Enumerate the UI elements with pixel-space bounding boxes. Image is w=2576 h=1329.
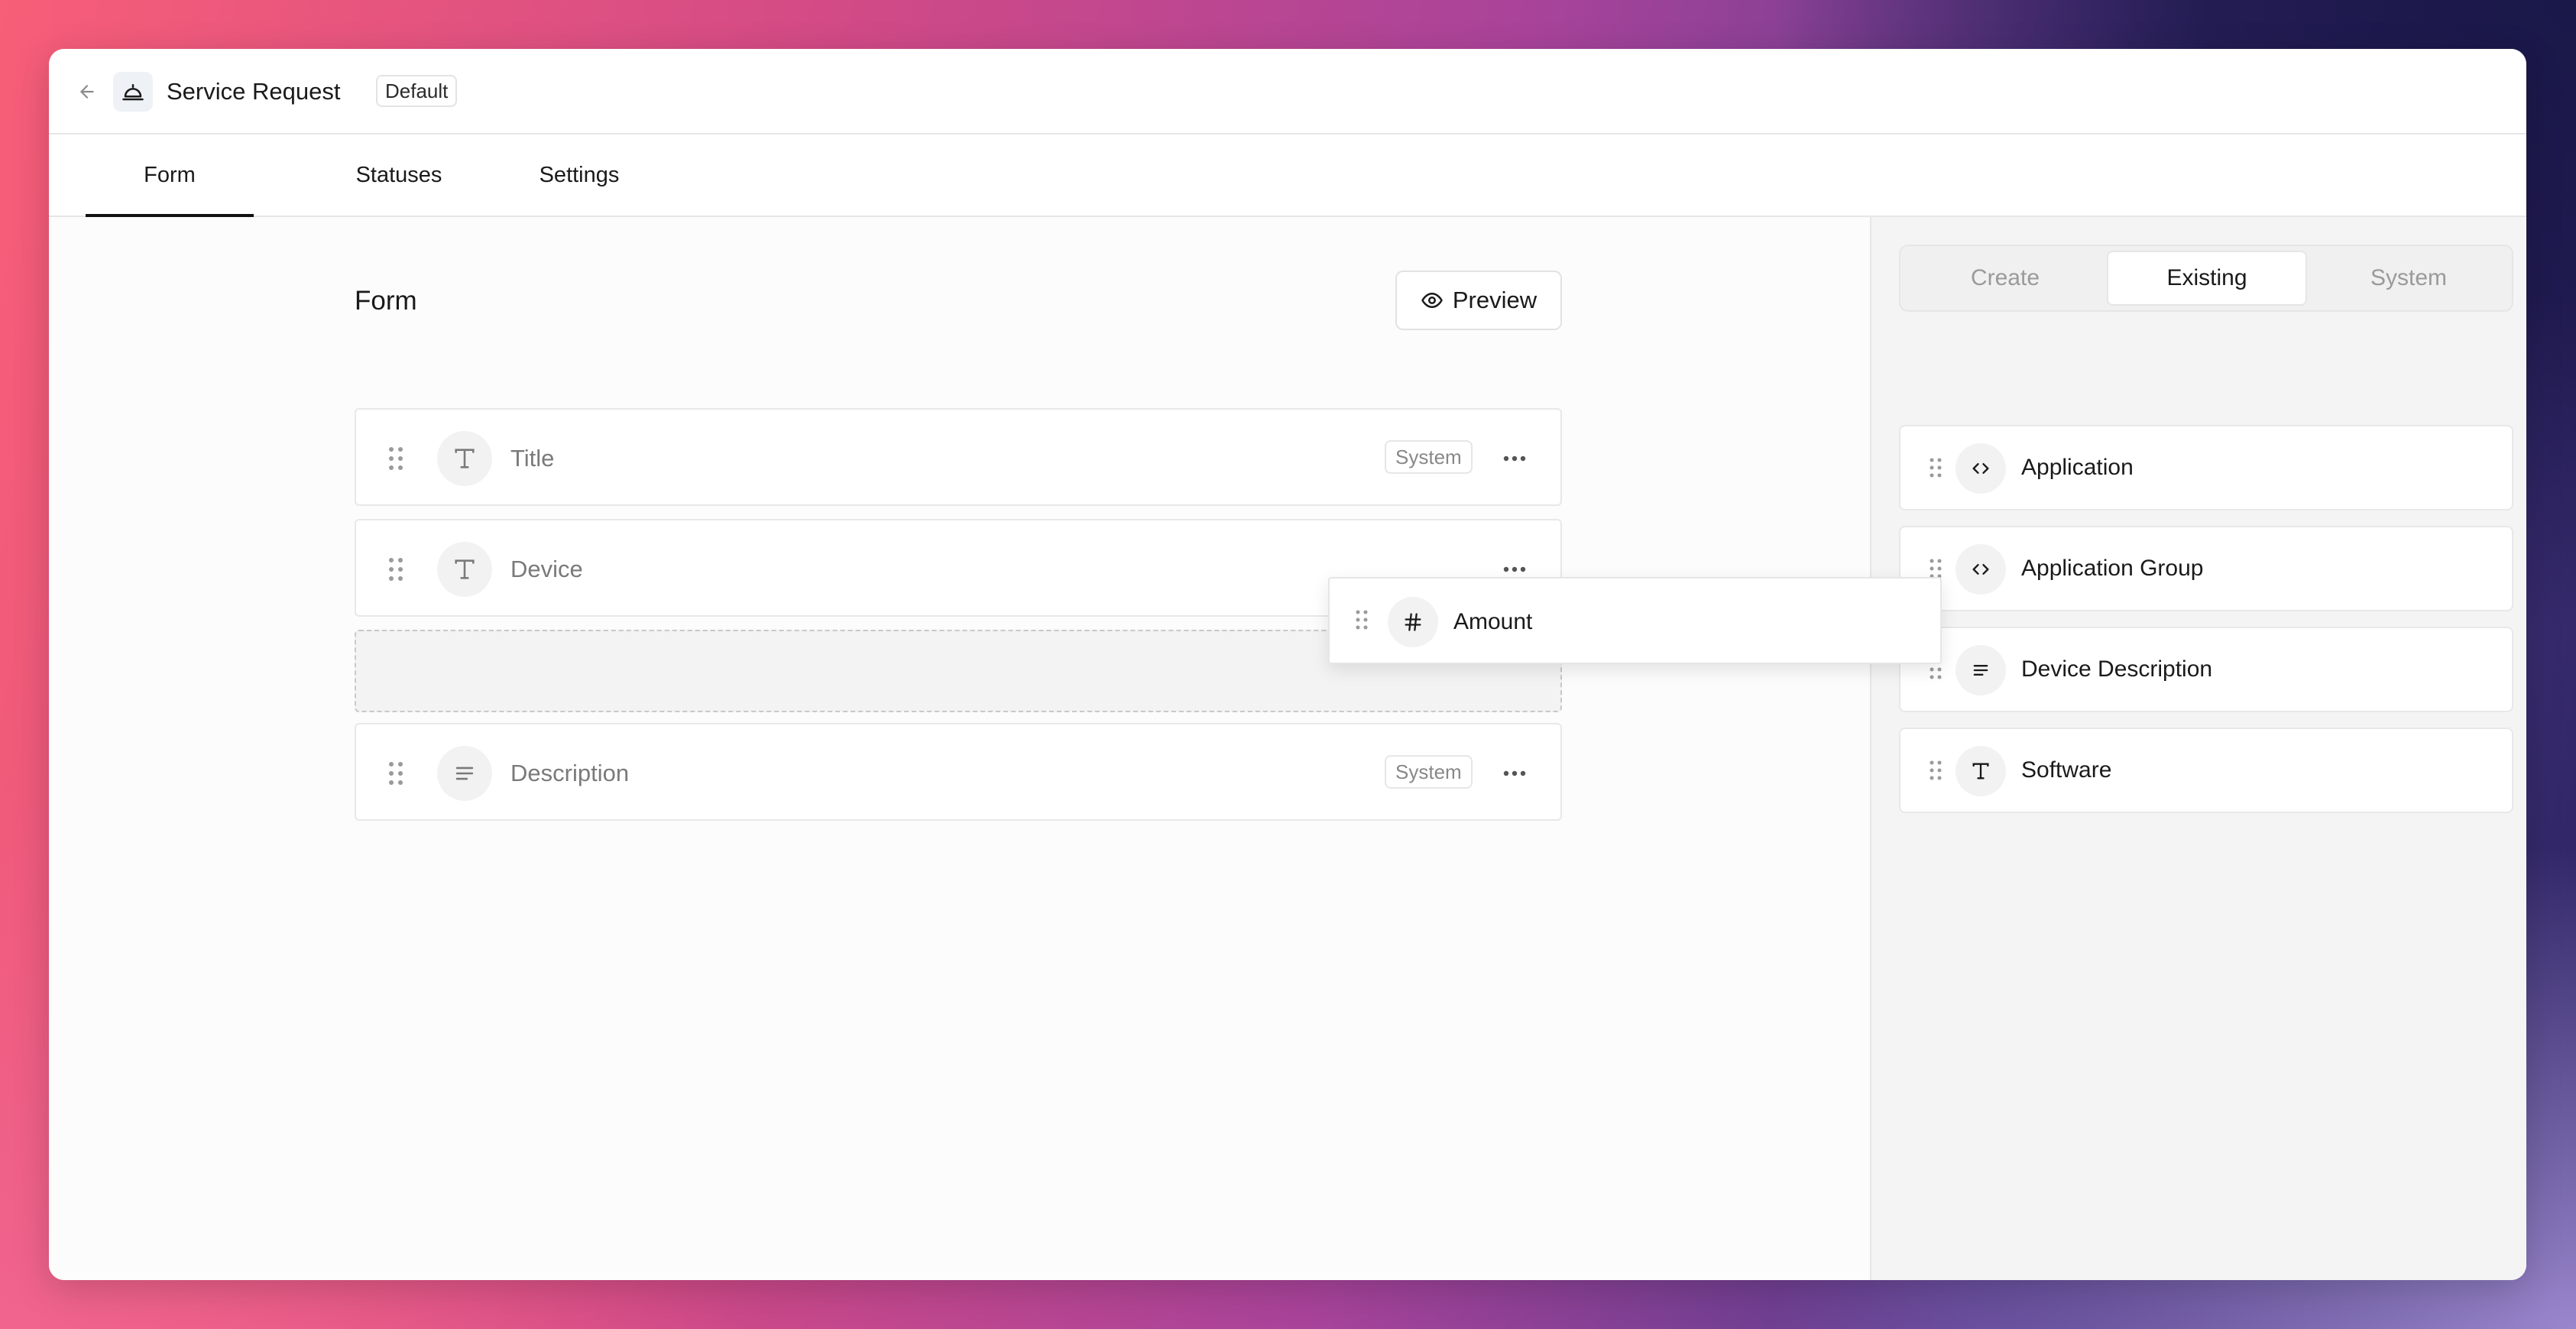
more-options-button[interactable] (1499, 758, 1530, 789)
tab-form[interactable]: Form (86, 135, 254, 217)
ellipsis-icon (1503, 455, 1526, 462)
field-label: Software (2021, 757, 2112, 783)
form-field-description[interactable]: Description System (355, 723, 1562, 821)
field-label: Application Group (2021, 556, 2204, 581)
form-field-title[interactable]: Title System (355, 408, 1562, 506)
form-builder: Form Preview Title System Device Descrip… (49, 217, 1870, 1280)
drag-handle-icon[interactable] (1928, 455, 1946, 483)
system-badge: System (1385, 755, 1473, 789)
drag-handle-icon[interactable] (1928, 758, 1946, 786)
paragraph-type-icon (437, 746, 492, 801)
library-field-device-description[interactable]: Device Description (1899, 627, 2513, 712)
service-bell-icon (113, 72, 153, 112)
drag-handle-icon[interactable] (387, 445, 405, 472)
field-label: Device Description (2021, 656, 2213, 682)
field-label: Title (510, 445, 555, 472)
more-options-button[interactable] (1499, 443, 1530, 474)
field-library-panel: Create Existing System Application Appli… (1870, 217, 2526, 1280)
top-bar: Service Request Default (49, 49, 2526, 135)
segment-existing[interactable]: Existing (2107, 251, 2307, 306)
app-window: Service Request Default Form Statuses Se… (49, 49, 2526, 1280)
text-type-icon (1955, 746, 2006, 796)
drag-handle-icon[interactable] (1354, 608, 1372, 635)
tab-settings[interactable]: Settings (497, 135, 662, 216)
ellipsis-icon (1503, 566, 1526, 572)
form-heading: Form (355, 286, 417, 316)
library-field-software[interactable]: Software (1899, 728, 2513, 813)
back-button[interactable] (72, 76, 102, 107)
field-source-switcher: Create Existing System (1899, 245, 2513, 312)
paragraph-type-icon (1955, 645, 2006, 695)
preview-label: Preview (1452, 287, 1537, 313)
drag-handle-icon[interactable] (387, 556, 405, 583)
number-type-icon (1388, 597, 1438, 647)
field-label: Amount (1453, 609, 1533, 634)
segment-system[interactable]: System (2309, 251, 2509, 306)
page-title: Service Request (167, 78, 341, 105)
code-type-icon (1955, 544, 2006, 595)
drag-handle-icon[interactable] (387, 760, 405, 787)
code-type-icon (1955, 443, 2006, 494)
library-field-application[interactable]: Application (1899, 425, 2513, 511)
tab-bar: Form Statuses Settings (49, 135, 2526, 217)
segment-create[interactable]: Create (1905, 251, 2105, 306)
text-type-icon (437, 542, 492, 597)
field-label: Application (2021, 455, 2134, 480)
field-label: Description (510, 760, 630, 786)
tab-statuses[interactable]: Statuses (301, 135, 497, 216)
library-field-application-group[interactable]: Application Group (1899, 526, 2513, 611)
preview-button[interactable]: Preview (1395, 271, 1562, 330)
eye-icon (1421, 293, 1443, 308)
text-type-icon (437, 431, 492, 486)
field-label: Device (510, 556, 583, 582)
dragging-field-amount[interactable]: Amount (1328, 577, 1942, 664)
ellipsis-icon (1503, 770, 1526, 776)
default-badge: Default (376, 75, 458, 107)
arrow-left-icon (80, 85, 94, 99)
system-badge: System (1385, 440, 1473, 474)
